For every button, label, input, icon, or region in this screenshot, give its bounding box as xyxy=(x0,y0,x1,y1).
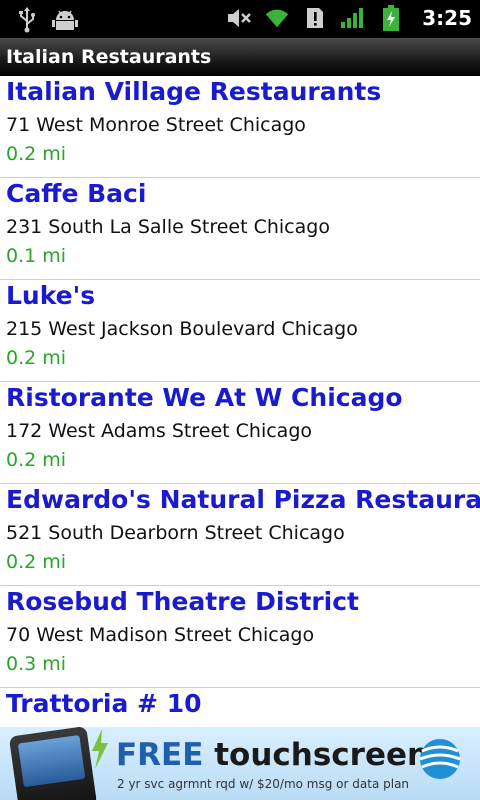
status-time: 3:25 xyxy=(422,6,472,30)
restaurant-distance: 0.2 mi xyxy=(6,449,67,471)
ad-subtext: 2 yr svc agrmnt rqd w/ $20/mo msg or dat… xyxy=(117,777,410,791)
battery-charging-icon xyxy=(378,4,404,32)
status-bar: 3:25 xyxy=(0,0,480,38)
restaurant-distance: 0.1 mi xyxy=(6,245,67,267)
list-item[interactable]: Trattoria # 10 xyxy=(0,688,480,727)
list-item[interactable]: Edwardo's Natural Pizza Restaurant 521 S… xyxy=(0,484,480,586)
restaurant-name: Ristorante We At W Chicago xyxy=(6,383,403,412)
restaurant-name: Rosebud Theatre District xyxy=(6,587,359,616)
restaurant-name: Trattoria # 10 xyxy=(6,689,202,718)
restaurant-name: Italian Village Restaurants xyxy=(6,77,382,106)
restaurant-distance: 0.2 mi xyxy=(6,551,67,573)
restaurant-address: 215 West Jackson Boulevard Chicago xyxy=(6,318,358,340)
restaurant-name: Edwardo's Natural Pizza Restaurant xyxy=(6,485,480,514)
signal-icon xyxy=(340,4,366,32)
restaurant-distance: 0.3 mi xyxy=(6,653,67,675)
restaurant-distance: 0.2 mi xyxy=(6,143,67,165)
lightning-icon xyxy=(92,729,108,769)
restaurant-address: 231 South La Salle Street Chicago xyxy=(6,216,330,238)
restaurant-name: Caffe Baci xyxy=(6,179,147,208)
list-item[interactable]: Italian Village Restaurants 71 West Monr… xyxy=(0,76,480,178)
restaurant-address: 172 West Adams Street Chicago xyxy=(6,420,313,442)
wifi-icon xyxy=(264,4,290,32)
restaurant-list[interactable]: Italian Village Restaurants 71 West Monr… xyxy=(0,76,480,727)
ad-headline-free: FREE xyxy=(116,737,204,773)
list-item[interactable]: Ristorante We At W Chicago 172 West Adam… xyxy=(0,382,480,484)
list-item[interactable]: Rosebud Theatre District 70 West Madison… xyxy=(0,586,480,688)
list-item[interactable]: Luke's 215 West Jackson Boulevard Chicag… xyxy=(0,280,480,382)
restaurant-name: Luke's xyxy=(6,281,96,310)
list-item[interactable]: Caffe Baci 231 South La Salle Street Chi… xyxy=(0,178,480,280)
restaurant-address: 70 West Madison Street Chicago xyxy=(6,624,315,646)
globe-logo-icon xyxy=(419,739,461,779)
restaurant-address: 71 West Monroe Street Chicago xyxy=(6,114,306,136)
alert-icon xyxy=(302,4,328,32)
usb-icon xyxy=(14,6,40,34)
ad-banner[interactable]: FREE touchscreen 2 yr svc agrmnt rqd w/ … xyxy=(0,727,480,800)
ad-headline-rest: touchscreen xyxy=(203,737,430,773)
restaurant-address: 521 South Dearborn Street Chicago xyxy=(6,522,345,544)
restaurant-distance: 0.2 mi xyxy=(6,347,67,369)
phone-image xyxy=(8,727,98,800)
ad-headline: FREE touchscreen xyxy=(116,737,429,773)
page-title: Italian Restaurants xyxy=(0,38,480,76)
android-debug-icon xyxy=(52,6,78,34)
mute-icon xyxy=(226,4,252,32)
